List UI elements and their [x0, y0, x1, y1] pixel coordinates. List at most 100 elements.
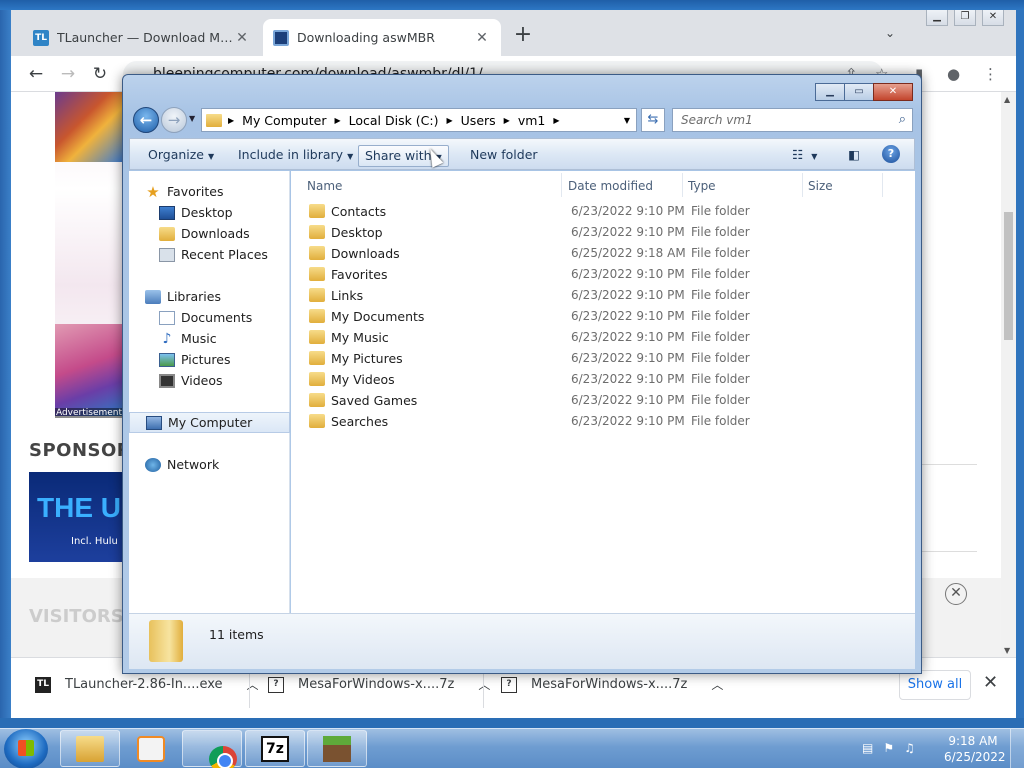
taskbar-7zip[interactable]: 7z: [245, 730, 305, 767]
action-center-flag-icon[interactable]: ⚑: [883, 741, 894, 755]
file-row[interactable]: My Pictures 6/23/2022 9:10 PM File folder: [301, 348, 901, 369]
show-all-button[interactable]: Show all: [899, 670, 971, 700]
column-divider[interactable]: [561, 173, 562, 197]
file-row[interactable]: My Documents 6/23/2022 9:10 PM File folder: [301, 306, 901, 327]
system-clock[interactable]: 9:18 AM 6/25/2022: [944, 733, 1006, 765]
file-row[interactable]: Downloads 6/25/2022 9:18 AM File folder: [301, 243, 901, 264]
back-arrow-icon[interactable]: ←: [133, 107, 159, 133]
page-scrollbar[interactable]: ▲ ▼: [1001, 92, 1016, 657]
search-icon[interactable]: ⌕: [899, 112, 906, 127]
forward-arrow-icon[interactable]: →: [161, 107, 187, 133]
scroll-down-icon[interactable]: ▼: [1004, 646, 1010, 655]
taskbar-chrome[interactable]: [182, 730, 242, 768]
chevron-up-icon[interactable]: ︿: [478, 676, 490, 693]
column-header-size[interactable]: Size: [808, 179, 833, 193]
breadcrumb-chevron-icon[interactable]: ▶: [334, 116, 340, 125]
archive-file-icon: ?: [268, 676, 284, 693]
chevron-up-icon[interactable]: ︿: [711, 676, 723, 693]
file-date-modified: 6/23/2022 9:10 PM: [571, 372, 685, 386]
sponsor-banner[interactable]: THE U Incl. Hulu (a: [29, 472, 129, 562]
file-row[interactable]: Saved Games 6/23/2022 9:10 PM File folder: [301, 390, 901, 411]
new-folder-button[interactable]: New folder: [464, 145, 544, 167]
forward-arrow-icon[interactable]: →: [57, 64, 79, 86]
taskbar-windows-explorer[interactable]: [60, 730, 120, 767]
new-tab-icon[interactable]: +: [511, 24, 535, 48]
file-row[interactable]: Searches 6/23/2022 9:10 PM File folder: [301, 411, 901, 432]
breadcrumb-vm1[interactable]: vm1: [518, 113, 546, 128]
banner-headline: THE U: [37, 492, 121, 523]
nav-libraries[interactable]: Libraries: [145, 286, 306, 307]
file-type: File folder: [691, 414, 750, 428]
scrollbar-thumb[interactable]: [1004, 212, 1013, 340]
column-divider[interactable]: [682, 173, 683, 197]
breadcrumb-chevron-icon[interactable]: ▶: [228, 116, 234, 125]
file-name: Favorites: [331, 267, 388, 282]
preview-pane-icon[interactable]: ◧: [842, 145, 866, 167]
help-icon[interactable]: ?: [882, 145, 900, 163]
explorer-address-bar[interactable]: ▶ My Computer ▶ Local Disk (C:) ▶ Users …: [201, 108, 637, 132]
close-icon[interactable]: ✕: [982, 10, 1004, 26]
taskbar-media-player[interactable]: [121, 730, 181, 767]
change-view-icon[interactable]: ☷ ▼: [786, 145, 823, 167]
nav-network[interactable]: Network: [145, 454, 306, 475]
volume-icon[interactable]: ♫: [904, 741, 915, 755]
tab-search-chevron-down-icon[interactable]: ⌄: [885, 26, 895, 40]
file-date-modified: 6/23/2022 9:10 PM: [571, 309, 685, 323]
breadcrumb-chevron-icon[interactable]: ▶: [504, 116, 510, 125]
download-item[interactable]: TL TLauncher-2.86-In....exe ︿: [35, 676, 259, 693]
close-ad-icon[interactable]: ✕: [945, 583, 967, 605]
close-download-shelf-icon[interactable]: ✕: [983, 672, 998, 693]
download-item[interactable]: ? MesaForWindows-x....7z ︿: [501, 676, 723, 693]
reload-icon[interactable]: ↻: [89, 64, 111, 86]
network-status-icon[interactable]: ▤: [862, 741, 873, 755]
ad-game-image[interactable]: [55, 92, 123, 162]
bleepingcomputer-favicon-icon: [273, 29, 289, 46]
taskbar-minecraft[interactable]: [307, 730, 367, 767]
nav-label: Libraries: [167, 289, 221, 304]
minimize-icon[interactable]: ▁: [926, 10, 948, 26]
breadcrumb-chevron-icon[interactable]: ▶: [447, 116, 453, 125]
breadcrumb-my-computer[interactable]: My Computer: [242, 113, 326, 128]
column-header-date-modified[interactable]: Date modified: [568, 179, 653, 193]
profile-avatar-icon[interactable]: ●: [947, 65, 960, 83]
taskbar: 7z ▤ ⚑ ♫ 9:18 AM 6/25/2022: [0, 728, 1024, 768]
address-history-chevron-icon[interactable]: ▼: [624, 116, 630, 125]
refresh-icon[interactable]: ⇆: [641, 108, 665, 132]
start-button[interactable]: [4, 729, 48, 768]
recent-pages-chevron-icon[interactable]: ▼: [189, 114, 195, 123]
minimize-icon[interactable]: ▁: [815, 83, 845, 101]
include-in-library-button[interactable]: Include in library ▼: [232, 145, 359, 167]
close-icon[interactable]: ✕: [873, 83, 913, 101]
file-row[interactable]: My Music 6/23/2022 9:10 PM File folder: [301, 327, 901, 348]
close-tab-icon[interactable]: ✕: [473, 30, 491, 46]
nav-my-computer[interactable]: My Computer: [129, 412, 290, 433]
column-header-type[interactable]: Type: [688, 179, 716, 193]
menu-kebab-icon[interactable]: ⋮: [983, 65, 998, 83]
file-row[interactable]: My Videos 6/23/2022 9:10 PM File folder: [301, 369, 901, 390]
scroll-up-icon[interactable]: ▲: [1004, 95, 1010, 104]
tab-downloading-aswmbr[interactable]: Downloading aswMBR ✕: [263, 19, 501, 56]
ad-candy-crush-image[interactable]: [55, 324, 123, 416]
file-row[interactable]: Favorites 6/23/2022 9:10 PM File folder: [301, 264, 901, 285]
breadcrumb-chevron-icon[interactable]: ▶: [553, 116, 559, 125]
organize-button[interactable]: Organize ▼: [142, 145, 220, 167]
file-row[interactable]: Desktop 6/23/2022 9:10 PM File folder: [301, 222, 901, 243]
breadcrumb-users[interactable]: Users: [461, 113, 496, 128]
nav-favorites[interactable]: ★ Favorites: [145, 181, 306, 202]
restore-icon[interactable]: ❐: [954, 10, 976, 26]
show-desktop-button[interactable]: [1010, 729, 1024, 768]
download-item[interactable]: ? MesaForWindows-x....7z ︿: [268, 676, 490, 693]
file-row[interactable]: Links 6/23/2022 9:10 PM File folder: [301, 285, 901, 306]
close-tab-icon[interactable]: ✕: [233, 30, 251, 46]
file-date-modified: 6/23/2022 9:10 PM: [571, 351, 685, 365]
column-divider[interactable]: [802, 173, 803, 197]
breadcrumb-local-disk[interactable]: Local Disk (C:): [349, 113, 439, 128]
archive-file-icon: ?: [501, 676, 517, 693]
back-arrow-icon[interactable]: ←: [25, 64, 47, 86]
search-input[interactable]: Search vm1 ⌕: [672, 108, 913, 132]
column-divider[interactable]: [882, 173, 883, 197]
maximize-icon[interactable]: ▭: [844, 83, 874, 101]
file-row[interactable]: Contacts 6/23/2022 9:10 PM File folder: [301, 201, 901, 222]
tab-tlauncher[interactable]: TL TLauncher — Download Minecra ✕: [23, 19, 261, 56]
column-header-name[interactable]: Name: [307, 179, 342, 193]
